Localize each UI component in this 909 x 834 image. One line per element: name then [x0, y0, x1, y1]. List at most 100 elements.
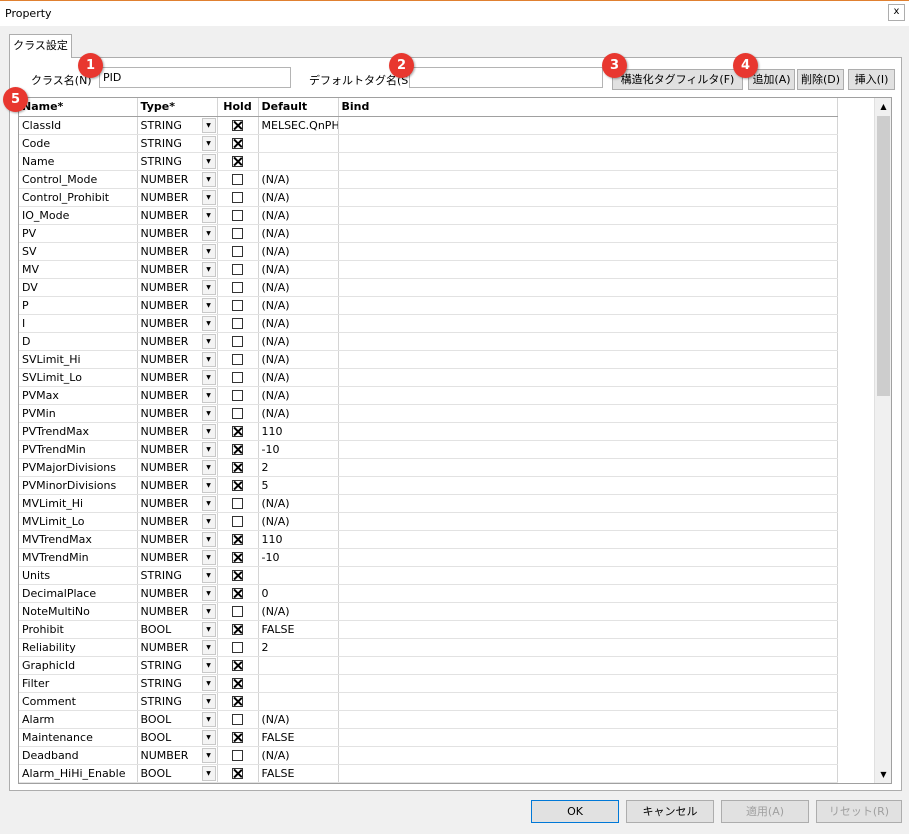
cell-name[interactable]: ClassId — [19, 116, 138, 135]
cell-default[interactable]: 5 — [258, 476, 339, 495]
cell-name[interactable]: Control_Prohibit — [19, 188, 138, 207]
dropdown-arrow-icon[interactable]: ▼ — [201, 693, 216, 709]
cell-type[interactable]: NUMBER ▼ — [137, 512, 218, 531]
cell-name[interactable]: D — [19, 332, 138, 351]
dropdown-arrow-icon[interactable]: ▼ — [201, 135, 216, 151]
table-row[interactable]: Units STRING ▼ — [19, 566, 838, 585]
cell-name[interactable]: Name — [19, 152, 138, 171]
cell-default[interactable]: (N/A) — [258, 350, 339, 369]
cell-default[interactable]: 0 — [258, 584, 339, 603]
dropdown-arrow-icon[interactable]: ▼ — [201, 333, 216, 349]
ok-button[interactable]: OK — [531, 800, 619, 823]
cell-name[interactable]: GraphicId — [19, 656, 138, 675]
cell-name[interactable]: PVTrendMax — [19, 422, 138, 441]
cell-type[interactable]: STRING ▼ — [137, 152, 218, 171]
cell-type[interactable]: NUMBER ▼ — [137, 170, 218, 189]
cell-default[interactable]: 110 — [258, 530, 339, 549]
cell-bind[interactable] — [338, 728, 838, 747]
dropdown-arrow-icon[interactable]: ▼ — [201, 513, 216, 529]
apply-button[interactable]: 適用(A) — [721, 800, 809, 823]
cell-type[interactable]: NUMBER ▼ — [137, 206, 218, 225]
cell-type[interactable]: NUMBER ▼ — [137, 242, 218, 261]
cell-bind[interactable] — [338, 548, 838, 567]
dropdown-arrow-icon[interactable]: ▼ — [201, 639, 216, 655]
hold-checkbox[interactable] — [232, 174, 243, 185]
cell-name[interactable]: PV — [19, 224, 138, 243]
cell-default[interactable]: (N/A) — [258, 332, 339, 351]
cell-bind[interactable] — [338, 224, 838, 243]
cell-default[interactable]: (N/A) — [258, 386, 339, 405]
cell-name[interactable]: Maintenance — [19, 728, 138, 747]
tab-class-settings[interactable]: クラス設定 — [9, 34, 72, 58]
cell-bind[interactable] — [338, 188, 838, 207]
dropdown-arrow-icon[interactable]: ▼ — [201, 369, 216, 385]
dropdown-arrow-icon[interactable]: ▼ — [201, 675, 216, 691]
cell-name[interactable]: Units — [19, 566, 138, 585]
cell-type[interactable]: NUMBER ▼ — [137, 332, 218, 351]
cell-bind[interactable] — [338, 170, 838, 189]
dropdown-arrow-icon[interactable]: ▼ — [201, 423, 216, 439]
hold-checkbox[interactable] — [232, 228, 243, 239]
dropdown-arrow-icon[interactable]: ▼ — [201, 495, 216, 511]
table-row[interactable]: MVLimit_Lo NUMBER ▼ (N/A) — [19, 512, 838, 531]
cell-type[interactable]: NUMBER ▼ — [137, 188, 218, 207]
header-bind[interactable]: Bind — [338, 98, 838, 117]
table-row[interactable]: Name STRING ▼ — [19, 152, 838, 171]
dropdown-arrow-icon[interactable]: ▼ — [201, 261, 216, 277]
header-hold[interactable]: Hold — [217, 98, 259, 117]
hold-checkbox[interactable] — [232, 444, 243, 455]
table-row[interactable]: MVLimit_Hi NUMBER ▼ (N/A) — [19, 494, 838, 513]
cell-name[interactable]: Deadband — [19, 746, 138, 765]
cell-default[interactable]: 2 — [258, 638, 339, 657]
cell-name[interactable]: P — [19, 296, 138, 315]
cell-bind[interactable] — [338, 386, 838, 405]
dropdown-arrow-icon[interactable]: ▼ — [201, 297, 216, 313]
cell-bind[interactable] — [338, 584, 838, 603]
cell-name[interactable]: PVMinorDivisions — [19, 476, 138, 495]
table-row[interactable]: SV NUMBER ▼ (N/A) — [19, 242, 838, 261]
dropdown-arrow-icon[interactable]: ▼ — [201, 171, 216, 187]
hold-checkbox[interactable] — [232, 642, 243, 653]
table-row[interactable]: PVTrendMax NUMBER ▼ 110 — [19, 422, 838, 441]
table-row[interactable]: Alarm_HiHi_Enable BOOL ▼ FALSE — [19, 764, 838, 783]
cell-bind[interactable] — [338, 116, 838, 135]
cell-type[interactable]: NUMBER ▼ — [137, 368, 218, 387]
cell-type[interactable]: STRING ▼ — [137, 674, 218, 693]
cell-type[interactable]: NUMBER ▼ — [137, 278, 218, 297]
cell-default[interactable]: (N/A) — [258, 512, 339, 531]
cell-default[interactable]: (N/A) — [258, 224, 339, 243]
dropdown-arrow-icon[interactable]: ▼ — [201, 729, 216, 745]
dropdown-arrow-icon[interactable]: ▼ — [201, 279, 216, 295]
hold-checkbox[interactable] — [232, 138, 243, 149]
cell-bind[interactable] — [338, 620, 838, 639]
hold-checkbox[interactable] — [232, 156, 243, 167]
table-row[interactable]: ClassIdSTRING ▼ MELSEC.QnPH.PID — [19, 116, 838, 135]
cancel-button[interactable]: キャンセル — [626, 800, 714, 823]
dropdown-arrow-icon[interactable]: ▼ — [201, 117, 216, 133]
dropdown-arrow-icon[interactable]: ▼ — [201, 243, 216, 259]
table-row[interactable]: GraphicId STRING ▼ — [19, 656, 838, 675]
cell-type[interactable]: BOOL ▼ — [137, 728, 218, 747]
cell-default[interactable]: (N/A) — [258, 188, 339, 207]
cell-type[interactable]: STRING ▼ — [137, 692, 218, 711]
cell-default[interactable]: MELSEC.QnPH.PID — [258, 116, 339, 135]
scroll-up-icon[interactable]: ▲ — [875, 98, 891, 115]
dropdown-arrow-icon[interactable]: ▼ — [201, 207, 216, 223]
hold-checkbox[interactable] — [232, 426, 243, 437]
cell-type[interactable]: STRING ▼ — [137, 656, 218, 675]
class-name-input[interactable]: PID — [99, 67, 291, 88]
cell-name[interactable]: PVMax — [19, 386, 138, 405]
dropdown-arrow-icon[interactable]: ▼ — [201, 441, 216, 457]
hold-checkbox[interactable] — [232, 498, 243, 509]
cell-bind[interactable] — [338, 566, 838, 585]
cell-bind[interactable] — [338, 656, 838, 675]
cell-bind[interactable] — [338, 458, 838, 477]
reset-button[interactable]: リセット(R) — [816, 800, 902, 823]
table-row[interactable]: PVMax NUMBER ▼ (N/A) — [19, 386, 838, 405]
cell-type[interactable]: BOOL ▼ — [137, 710, 218, 729]
cell-type[interactable]: NUMBER ▼ — [137, 296, 218, 315]
cell-type[interactable]: NUMBER ▼ — [137, 404, 218, 423]
cell-type[interactable]: STRING ▼ — [137, 116, 218, 135]
cell-name[interactable]: SVLimit_Lo — [19, 368, 138, 387]
cell-default[interactable]: (N/A) — [258, 368, 339, 387]
